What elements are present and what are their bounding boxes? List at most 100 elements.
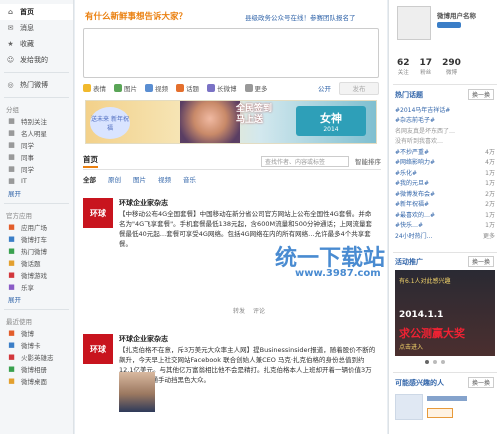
follow-refresh-button[interactable]: 换一换 bbox=[467, 377, 494, 388]
topic-item[interactable]: 24小时热门… 更多 bbox=[395, 230, 495, 241]
stat-following[interactable]: 62 关注 bbox=[397, 58, 410, 76]
sidebar-app-item[interactable]: ■ 乐享 bbox=[0, 281, 73, 293]
sidebar-recent-item[interactable]: ■ 微博桌面 bbox=[0, 375, 73, 387]
stat-label: 粉丝 bbox=[420, 70, 432, 76]
sidebar-item-label: 火影英雄志 bbox=[21, 354, 54, 362]
filter-original[interactable]: 原创 bbox=[108, 174, 121, 184]
sidebar-app-item[interactable]: ■ 微博游戏 bbox=[0, 269, 73, 281]
follow-button[interactable] bbox=[427, 408, 453, 418]
filter-music[interactable]: 音乐 bbox=[183, 174, 196, 184]
carousel-dot[interactable] bbox=[425, 360, 429, 364]
topics-refresh-button[interactable]: 换一换 bbox=[467, 89, 494, 100]
topic-item[interactable]: #不抄严重# 4万 bbox=[395, 146, 495, 157]
tool-label: 更多 bbox=[254, 85, 268, 93]
nav-sent-to-me[interactable]: ☺ 发给我的 bbox=[0, 52, 73, 68]
sidebar-group-item[interactable]: ▦ IT bbox=[0, 175, 73, 187]
visibility-dropdown[interactable]: 公开 bbox=[318, 83, 331, 93]
avatar[interactable]: 环球 bbox=[83, 334, 113, 364]
carousel-dot[interactable] bbox=[441, 360, 445, 364]
topic-item[interactable]: #新年祝福# 2万 bbox=[395, 199, 495, 210]
post-textarea[interactable] bbox=[83, 28, 379, 78]
avatar[interactable] bbox=[397, 6, 431, 40]
sidebar-recent-item[interactable]: ■ 微博卡 bbox=[0, 339, 73, 351]
apps-expand-link[interactable]: 展开 bbox=[0, 293, 73, 305]
sidebar-app-item[interactable]: ■ 微博打车 bbox=[0, 233, 73, 245]
left-sidebar: ⌂ 首页 ✉ 消息 ★ 收藏 ☺ 发给我的 ◎ 热门微博 分组 ▦ 特别关注 ▦ 名… bbox=[0, 0, 74, 434]
stat-label: 关注 bbox=[397, 70, 409, 76]
topic-item[interactable]: #快乐…# 1万 bbox=[395, 220, 495, 231]
video-button[interactable]: 视频 bbox=[145, 83, 168, 93]
nav-home[interactable]: ⌂ 首页 bbox=[0, 4, 73, 20]
sort-dropdown[interactable]: 智能排序 bbox=[355, 156, 381, 166]
topic-item[interactable]: 没有听到我喜欢… bbox=[395, 136, 495, 147]
publisher-tip-link[interactable]: 县级政务公众号在线！参赛团队报名了 bbox=[245, 12, 356, 22]
repost-button[interactable]: 转发 bbox=[233, 306, 245, 315]
filter-image[interactable]: 图片 bbox=[133, 174, 146, 184]
sidebar-app-item[interactable]: ■ 热门微博 bbox=[0, 245, 73, 257]
video-icon bbox=[145, 84, 153, 92]
topic-label: #杂志前毛子# bbox=[395, 117, 436, 125]
sidebar-item-label: 同事 bbox=[21, 154, 34, 162]
feed-title[interactable]: 首页 bbox=[83, 154, 98, 168]
stat-followers[interactable]: 17 粉丝 bbox=[420, 58, 433, 76]
nav-favorites[interactable]: ★ 收藏 bbox=[0, 36, 73, 52]
nav-messages[interactable]: ✉ 消息 bbox=[0, 20, 73, 36]
sidebar-recent-item[interactable]: ■ 微博相册 bbox=[0, 363, 73, 375]
nav-label: 热门微博 bbox=[20, 81, 48, 89]
promo-ad[interactable]: 有6.1人对此感兴趣 2014.1.1 求公测赢大奖 点击进入 bbox=[395, 270, 495, 356]
promo-banner[interactable]: 送未来 新年祝福 全民签到 马上送 女神 2014 bbox=[85, 100, 377, 144]
sidebar-group-item[interactable]: ▦ 同学 bbox=[0, 163, 73, 175]
longpost-button[interactable]: 长微博 bbox=[207, 83, 237, 93]
topic-item[interactable]: #杂志前毛子# bbox=[395, 115, 495, 126]
post-author[interactable]: 环球企业家杂志 bbox=[119, 198, 168, 208]
sidebar-recent-item[interactable]: ■ 微博 bbox=[0, 327, 73, 339]
sidebar-group-item[interactable]: ▦ 名人明星 bbox=[0, 127, 73, 139]
sidebar-app-item[interactable]: ■ 微话题 bbox=[0, 257, 73, 269]
sidebar-app-item[interactable]: ■ 应用广场 bbox=[0, 221, 73, 233]
topic-item[interactable]: #微博发布会# 2万 bbox=[395, 188, 495, 199]
sidebar-group-item[interactable]: ▦ 同事 bbox=[0, 151, 73, 163]
group-icon: ▦ bbox=[8, 141, 15, 149]
feed-search-input[interactable]: 查找作者、内容或标签 bbox=[261, 155, 349, 167]
topic-item[interactable]: #2014马年吉祥话# bbox=[395, 104, 495, 115]
more-tools-button[interactable]: 更多 bbox=[244, 83, 268, 93]
nav-label: 首页 bbox=[20, 8, 34, 16]
image-icon bbox=[114, 84, 122, 92]
sidebar-recent-item[interactable]: ■ 火影英雄志 bbox=[0, 351, 73, 363]
stat-value: 62 bbox=[397, 58, 410, 68]
groups-expand-link[interactable]: 展开 bbox=[0, 187, 73, 199]
divider bbox=[4, 203, 69, 204]
nav-hot[interactable]: ◎ 热门微博 bbox=[0, 77, 73, 93]
suggested-user-avatar[interactable] bbox=[395, 394, 423, 420]
image-button[interactable]: 图片 bbox=[114, 83, 137, 93]
carousel-dot[interactable] bbox=[433, 360, 437, 364]
profile-name[interactable]: 微博用户名称 bbox=[437, 10, 476, 20]
topic-label: #2014马年吉祥话# bbox=[395, 106, 451, 114]
sidebar-group-item[interactable]: ▦ 特别关注 bbox=[0, 115, 73, 127]
app-icon: ■ bbox=[8, 271, 15, 279]
sidebar-group-item[interactable]: ▦ 同学 bbox=[0, 139, 73, 151]
publish-button[interactable]: 发布 bbox=[339, 81, 379, 95]
avatar[interactable]: 环球 bbox=[83, 198, 113, 228]
topic-item[interactable]: #最喜欢的…# 1万 bbox=[395, 209, 495, 220]
home-icon: ⌂ bbox=[7, 8, 13, 16]
topic-item[interactable]: #我的元旦# 1万 bbox=[395, 178, 495, 189]
follow-title: 可能感兴趣的人 bbox=[395, 379, 444, 387]
filter-video[interactable]: 视频 bbox=[158, 174, 171, 184]
promo-refresh-button[interactable]: 换一换 bbox=[467, 256, 494, 267]
topic-item[interactable]: 名网友真是坏东西了… bbox=[395, 125, 495, 136]
topic-item[interactable]: #乐化# 1万 bbox=[395, 167, 495, 178]
app-icon: ■ bbox=[8, 329, 15, 337]
stat-posts[interactable]: 290 微博 bbox=[442, 58, 461, 76]
filter-all[interactable]: 全部 bbox=[83, 174, 96, 184]
post-author[interactable]: 环球企业家杂志 bbox=[119, 334, 168, 344]
sidebar-item-label: 微博相册 bbox=[21, 366, 47, 374]
topic-button[interactable]: 话题 bbox=[176, 83, 199, 93]
emoji-button[interactable]: 表情 bbox=[83, 83, 106, 93]
topic-item[interactable]: #网络影响力# 4万 bbox=[395, 157, 495, 168]
publisher-toolbar: 表情 图片 视频 话题 长微博 更多 公开 发布 bbox=[83, 81, 379, 95]
post-image[interactable] bbox=[119, 372, 155, 412]
promo-title: 活动推广 bbox=[395, 258, 423, 266]
comment-button[interactable]: 评论 bbox=[253, 306, 265, 315]
suggested-user-name[interactable] bbox=[427, 396, 467, 401]
